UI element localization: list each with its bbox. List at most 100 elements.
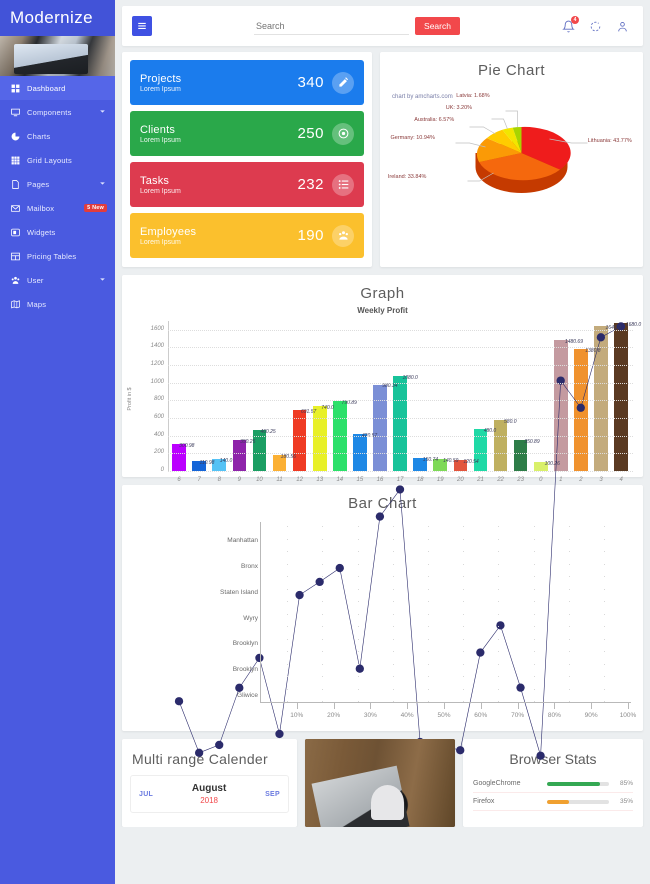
bar-chart-grid-dot bbox=[604, 601, 605, 602]
sidebar-item-label: Grid Layouts bbox=[27, 156, 107, 165]
calendar-next-month[interactable]: SEP bbox=[265, 791, 280, 798]
bar-chart-grid-dot bbox=[393, 564, 394, 565]
bar-chart-grid-dot bbox=[322, 701, 323, 702]
graph-y-tick: 0 bbox=[138, 467, 164, 473]
search-input[interactable] bbox=[254, 18, 409, 35]
bar-chart-x-tick: 30% bbox=[364, 712, 377, 719]
bar-chart-grid-dot bbox=[287, 676, 288, 677]
bar-chart-grid-dot bbox=[322, 639, 323, 640]
graph-x-tick: 13 bbox=[310, 477, 330, 483]
stat-card-clients[interactable]: ClientsLorem Ipsum250 bbox=[130, 111, 364, 156]
bar-chart-grid-dot bbox=[358, 689, 359, 690]
bar-chart-grid-dot bbox=[322, 651, 323, 652]
bar-chart-grid-dot bbox=[569, 701, 570, 702]
bar-chart-grid-dot bbox=[393, 639, 394, 640]
bell-icon[interactable]: 4 bbox=[562, 20, 575, 33]
grid2-icon bbox=[8, 249, 22, 263]
chevron-down-icon[interactable] bbox=[99, 180, 107, 188]
bar-chart-grid-dot bbox=[393, 626, 394, 627]
row-top: ProjectsLorem Ipsum340ClientsLorem Ipsum… bbox=[122, 52, 643, 267]
bar-chart-grid-dot bbox=[534, 639, 535, 640]
bar-chart-grid-dot bbox=[358, 651, 359, 652]
bar-chart-grid-dot bbox=[534, 601, 535, 602]
stat-card-projects[interactable]: ProjectsLorem Ipsum340 bbox=[130, 60, 364, 105]
sidebar-item-pages[interactable]: Pages bbox=[0, 172, 115, 196]
stat-text: ClientsLorem Ipsum bbox=[140, 124, 297, 144]
graph-x-tick: 3 bbox=[591, 477, 611, 483]
table-icon bbox=[8, 153, 22, 167]
sidebar-item-user[interactable]: User bbox=[0, 268, 115, 292]
bar-chart-grid-dot bbox=[604, 614, 605, 615]
bar-chart-grid-dot bbox=[569, 589, 570, 590]
sidebar-cover-image bbox=[0, 36, 115, 76]
bar-chart-grid-dot bbox=[498, 689, 499, 690]
sidebar-item-mailbox[interactable]: Mailbox5 New bbox=[0, 196, 115, 220]
stat-card-tasks[interactable]: TasksLorem Ipsum232 bbox=[130, 162, 364, 207]
graph-gridline bbox=[168, 347, 633, 348]
bar-chart-grid-dot bbox=[428, 701, 429, 702]
bar-chart-x-tick: 60% bbox=[474, 712, 487, 719]
profile-photo-card bbox=[305, 739, 455, 827]
graph-value-label: 300.98 bbox=[179, 443, 194, 449]
bar-chart-grid-dot bbox=[322, 526, 323, 527]
graph-gridline bbox=[168, 400, 633, 401]
refresh-icon[interactable] bbox=[589, 20, 602, 33]
bar-chart-grid-dot bbox=[287, 639, 288, 640]
sidebar-item-maps[interactable]: Maps bbox=[0, 292, 115, 316]
bar-chart-grid-dot bbox=[322, 601, 323, 602]
search-button[interactable]: Search bbox=[415, 17, 460, 35]
dashboard-content: ProjectsLorem Ipsum340ClientsLorem Ipsum… bbox=[115, 46, 650, 827]
bar-chart-grid-dot bbox=[393, 601, 394, 602]
sidebar-item-dashboard[interactable]: Dashboard bbox=[0, 76, 115, 100]
graph-y-tick: 1200 bbox=[138, 361, 164, 367]
bar-chart-x-axis bbox=[260, 702, 631, 703]
sidebar-item-charts[interactable]: Charts bbox=[0, 124, 115, 148]
bar-chart-grid-dot bbox=[358, 551, 359, 552]
bar-chart-grid-dot bbox=[358, 526, 359, 527]
graph-value-label: 350.25 bbox=[240, 439, 255, 445]
bar-chart-grid-dot bbox=[322, 551, 323, 552]
brand-logo[interactable]: Modernize bbox=[0, 0, 115, 36]
chevron-down-icon[interactable] bbox=[99, 276, 107, 284]
stat-card-employees[interactable]: EmployeesLorem Ipsum190 bbox=[130, 213, 364, 258]
bar-chart-grid-dot bbox=[428, 539, 429, 540]
graph-gridline bbox=[168, 471, 633, 472]
graph-x-tick: 2 bbox=[571, 477, 591, 483]
stat-name: Clients bbox=[140, 124, 297, 136]
bar-chart-x-tick: 10% bbox=[290, 712, 303, 719]
bar-chart-grid-dot bbox=[393, 651, 394, 652]
bar-chart-x-tick: 80% bbox=[548, 712, 561, 719]
bar-chart-grid-dot bbox=[393, 676, 394, 677]
stat-name: Tasks bbox=[140, 175, 297, 187]
bar-chart-x-tick: 70% bbox=[511, 712, 524, 719]
bar-chart-grid-dot bbox=[498, 589, 499, 590]
calendar-prev-month[interactable]: JUL bbox=[139, 791, 153, 798]
pie-chart-card: Pie Chart chart by amcharts.com bbox=[380, 52, 643, 267]
bar-chart-grid-dot bbox=[534, 526, 535, 527]
pie-label-germany: Germany: 10.94% bbox=[391, 135, 435, 141]
sidebar-item-widgets[interactable]: Widgets bbox=[0, 220, 115, 244]
graph-x-tick: 0 bbox=[531, 477, 551, 483]
chevron-down-icon[interactable] bbox=[99, 108, 107, 116]
stat-subtitle: Lorem Ipsum bbox=[140, 188, 297, 195]
graph-value-label: 1080.0 bbox=[403, 375, 418, 381]
bar-chart-grid-dot bbox=[287, 576, 288, 577]
graph-value-label: 980.34 bbox=[382, 383, 397, 389]
graph-x-tick: 10 bbox=[249, 477, 269, 483]
sidebar-item-pricing-tables[interactable]: Pricing Tables bbox=[0, 244, 115, 268]
bar-chart-grid-dot bbox=[498, 626, 499, 627]
bar-chart-grid-dot bbox=[604, 576, 605, 577]
bar-chart-grid-dot bbox=[393, 589, 394, 590]
user-icon[interactable] bbox=[616, 20, 629, 33]
bar-chart-category: Brooklyn bbox=[233, 666, 258, 673]
bar-chart-grid-dot bbox=[463, 576, 464, 577]
hamburger-icon[interactable] bbox=[132, 16, 152, 36]
sidebar-item-components[interactable]: Components bbox=[0, 100, 115, 124]
graph-value-label: 1480.69 bbox=[565, 339, 583, 345]
bar-chart-grid-dot bbox=[569, 614, 570, 615]
bar-chart-x-tick: 50% bbox=[437, 712, 450, 719]
graph-value-label: 140.59 bbox=[443, 458, 458, 464]
bar-chart-grid-dot bbox=[569, 664, 570, 665]
bar-chart-grid-dot bbox=[463, 601, 464, 602]
sidebar-item-grid-layouts[interactable]: Grid Layouts bbox=[0, 148, 115, 172]
